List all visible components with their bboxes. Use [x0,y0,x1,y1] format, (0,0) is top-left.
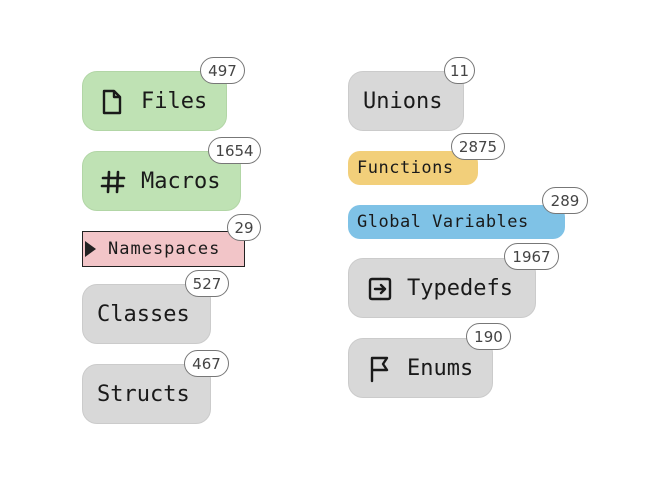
files-count-badge: 497 [200,57,245,84]
triangle-marker-icon [85,241,96,257]
typedefs-node[interactable]: Typedefs [348,258,536,318]
structs-count-badge: 467 [184,350,229,377]
files-label: Files [141,88,208,114]
functions-count-badge: 2875 [451,133,505,160]
arrow-into-box-icon [368,277,392,301]
macros-count-badge: 1654 [208,137,261,164]
namespaces-label: Namespaces [108,239,221,259]
typedefs-count-badge: 1967 [504,243,559,270]
typedefs-label: Typedefs [407,275,513,301]
enums-label: Enums [407,355,474,381]
unions-count-badge: 11 [444,57,475,84]
unions-node[interactable]: Unions [348,71,464,131]
global-variables-node[interactable]: Global Variables [348,205,565,239]
global-variables-label: Global Variables [357,212,529,232]
structs-label: Structs [97,381,190,407]
namespaces-count-badge: 29 [227,214,261,241]
hash-icon [100,170,126,194]
file-icon [102,89,122,115]
classes-count-badge: 527 [185,270,229,297]
global-variables-count-badge: 289 [542,187,588,214]
flag-icon [370,356,389,383]
classes-label: Classes [97,301,190,327]
namespaces-node[interactable]: Namespaces [82,231,245,267]
enums-count-badge: 190 [466,323,511,350]
unions-label: Unions [363,88,443,114]
macros-label: Macros [141,168,221,194]
functions-label: Functions [357,158,454,178]
